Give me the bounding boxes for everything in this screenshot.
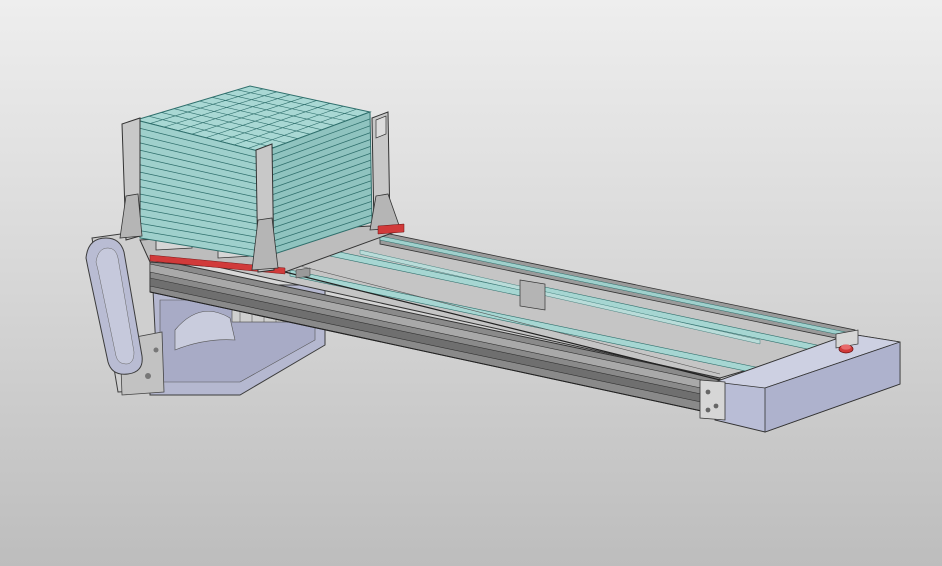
stop-button	[838, 344, 854, 354]
cad-viewport[interactable]	[0, 0, 942, 566]
cad-model-drawing	[85, 85, 901, 433]
